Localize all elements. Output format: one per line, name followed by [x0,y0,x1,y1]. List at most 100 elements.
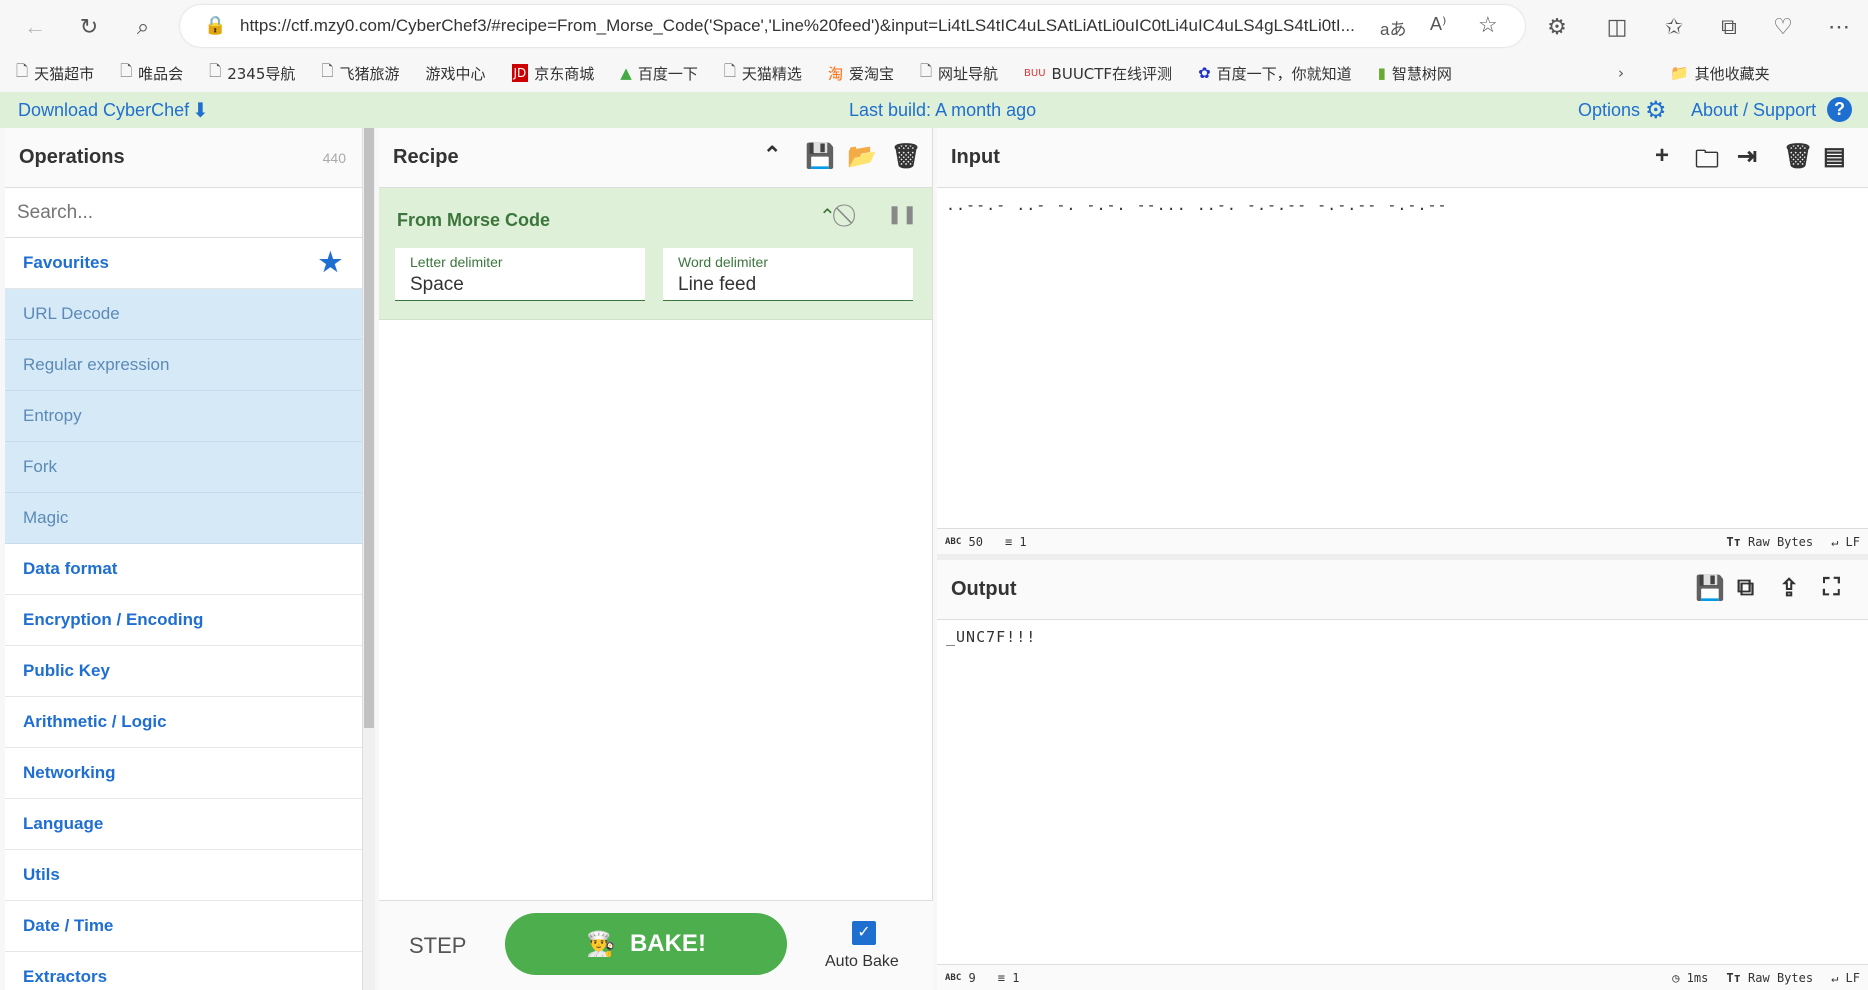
cyberchef-banner: Download CyberChef ⬇ Last build: A month… [0,92,1868,128]
split-screen-icon[interactable]: ◫ [1600,10,1634,44]
bake-time: 1ms [1686,970,1709,985]
search-icon[interactable]: ⌕ [126,10,160,44]
favourite-operation[interactable]: Magic [5,493,362,544]
input-textarea[interactable]: ..--.- ..- -. -.-. --... ..-. -.-.-- -.-… [937,188,1868,222]
zhihuishu-icon: ▮ [1377,64,1386,82]
save-icon[interactable]: 💾 [805,142,835,171]
other-bookmarks[interactable]: 📁 其他收藏夹 [1670,63,1770,84]
favorites-icon[interactable]: ✩ [1657,10,1691,44]
bookmark[interactable]: 🗋 天猫超市 [16,61,94,86]
back-icon[interactable]: ← [18,10,52,44]
bake-button[interactable]: 👨‍🍳 BAKE! [505,913,787,975]
collapse-icon[interactable]: ⌃ [819,204,836,229]
layout-icon[interactable]: ▤ [1823,142,1846,171]
bookmark[interactable]: 游戏中心 [425,63,485,84]
input-encoding[interactable]: Raw Bytes [1748,535,1813,549]
bookmark[interactable]: JD 京东商城 [511,63,594,84]
word-delimiter-select[interactable]: Word delimiter Line feed [663,248,913,301]
letter-delimiter-select[interactable]: Letter delimiter Space [395,248,645,301]
health-icon[interactable]: ♡ [1766,10,1800,44]
operations-title: Operations [19,146,125,168]
collections-icon[interactable]: ⧉ [1712,10,1746,44]
baidu-icon: ▲ [620,64,632,82]
operations-scrollbar[interactable] [363,128,375,990]
page-icon: 🗋 [723,61,736,80]
input-eol[interactable]: LF [1846,535,1860,549]
chevron-up-icon[interactable]: ⌃ [763,142,781,168]
about-link[interactable]: About / Support [1691,100,1816,121]
lock-icon: 🔒 [204,15,227,35]
category-favourites[interactable]: Favourites ★ [5,238,362,289]
output-text[interactable]: _UNC7F!!! [937,620,1868,654]
add-tab-icon[interactable]: + [1655,142,1669,170]
download-icon[interactable]: ⬇ [192,98,209,123]
favourite-operation[interactable]: URL Decode [5,289,362,340]
autobake-checkbox[interactable]: ✓ [852,921,876,945]
bookmark[interactable]: BUU BUUCTF在线评测 [1024,63,1172,84]
operation-category[interactable]: Encryption / Encoding [5,595,362,646]
recipe-operation-from-morse-code[interactable]: From Morse Code ⌃ ⃠ ❚❚ Letter delimiter … [379,188,932,320]
operation-category[interactable]: Date / Time [5,901,362,952]
step-button[interactable]: STEP [409,933,466,959]
bookmark[interactable]: 淘爱淘宝 [828,63,894,84]
operation-category[interactable]: Public Key [5,646,362,697]
reload-icon[interactable]: ↻ [72,10,106,44]
operation-category[interactable]: Networking [5,748,362,799]
bookmarks-bar: 🗋 天猫超市 🗋 唯品会 🗋 2345导航 🗋 飞猪旅游 游戏中心 JD 京东商城 ▲ 百度… [0,54,1868,92]
save-icon[interactable]: 💾 [1695,574,1725,603]
last-build: Last build: A month ago [849,100,1037,120]
options-link[interactable]: Options [1578,100,1640,121]
help-icon[interactable]: ? [1827,97,1852,122]
url-text: https://ctf.mzy0.com/CyberChef3/#recipe=… [240,16,1355,35]
page-icon: 🗋 [321,61,334,80]
favourite-operation[interactable]: Regular expression [5,340,362,391]
star-icon[interactable]: ★ [319,247,342,278]
read-aloud-icon[interactable]: A⁾ [1430,14,1446,35]
eol-icon: ↵ [1831,534,1839,549]
translate-icon[interactable]: aあ [1380,15,1406,40]
operations-search-input[interactable] [5,188,362,238]
folder-icon[interactable]: 📂 [847,142,877,171]
folder-icon: 📁 [1669,64,1689,82]
open-folder-icon[interactable]: 🗀 [1695,142,1719,183]
extensions-icon[interactable]: ⚙ [1540,10,1574,44]
bookmark[interactable]: 🗋 网址导航 [920,61,998,86]
lines-icon: ≡ [1004,534,1013,549]
eol-icon: ↵ [1831,970,1839,985]
input-length: 50 [968,534,983,549]
bookmark[interactable]: 🗋 2345导航 [209,61,295,86]
download-link[interactable]: Download CyberChef [18,100,189,121]
bookmark[interactable]: ▲ 百度一下 [620,63,698,84]
maximise-icon[interactable]: ⛶ [1823,574,1840,602]
favourite-operation[interactable]: Entropy [5,391,362,442]
pause-icon[interactable]: ❚❚ [887,204,917,225]
output-eol[interactable]: LF [1846,971,1860,985]
recipe-panel: Recipe ⌃ 💾 📂 🗑 From Morse Code ⌃ ⃠ ❚❚ Le… [379,128,933,990]
replace-input-icon[interactable]: ⇪ [1779,574,1799,603]
bookmark[interactable]: ✿ 百度一下，你就知道 [1198,63,1352,84]
more-icon[interactable]: ⋯ [1822,10,1856,44]
bookmark[interactable]: ▮ 智慧树网 [1378,63,1452,84]
copy-icon[interactable]: ⧉ [1737,574,1754,602]
operation-category[interactable]: Utils [5,850,362,901]
trash-icon[interactable]: 🗑 [1783,142,1813,171]
input-lines: 1 [1019,534,1027,549]
trash-icon[interactable]: 🗑 [891,142,921,171]
operations-header: Operations 440 [5,128,362,188]
output-encoding[interactable]: Raw Bytes [1748,971,1813,985]
address-bar[interactable]: 🔒 https://ctf.mzy0.com/CyberChef3/#recip… [180,5,1525,47]
lines-icon: ≡ [997,970,1005,985]
gear-icon[interactable]: ⚙ [1645,96,1667,125]
bookmark[interactable]: 🗋 唯品会 [120,61,183,86]
favorite-star-icon[interactable]: ☆ [1478,12,1498,38]
operation-category[interactable]: Data format [5,544,362,595]
operation-category[interactable]: Extractors [5,952,362,990]
favourite-operation[interactable]: Fork [5,442,362,493]
operation-category[interactable]: Arithmetic / Logic [5,697,362,748]
operation-category[interactable]: Language [5,799,362,850]
bookmark[interactable]: 🗋 天猫精选 [724,61,802,86]
bookmarks-more[interactable]: › [1618,64,1624,82]
operations-panel: Operations 440 Favourites★ URL DecodeReg… [5,128,363,990]
bookmark[interactable]: 🗋 飞猪旅游 [321,61,399,86]
import-file-icon[interactable]: ⇥ [1737,142,1757,171]
